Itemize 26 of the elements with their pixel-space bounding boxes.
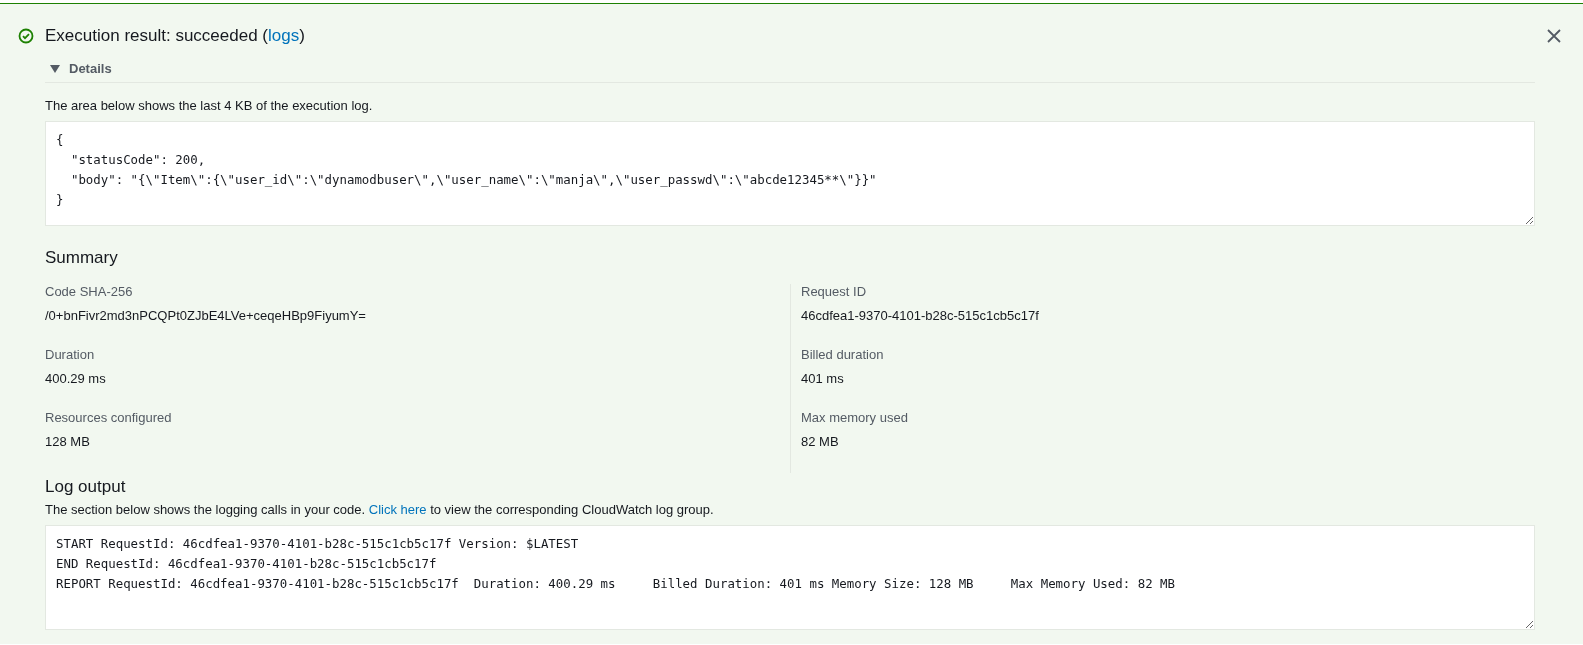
output-field[interactable]: { "statusCode": 200, "body": "{\"Item\":{\"user_id\":\"dynamodbuser\",\"user_name\":\"manja\",\"user_passwd\":\"abcde12345**\"}}" } (45, 121, 1535, 226)
field-label: Request ID (801, 284, 868, 299)
click-here-link[interactable]: Click here (368, 502, 427, 517)
details-toggle[interactable]: Details (45, 55, 1535, 83)
log-output-heading: Log output (45, 477, 127, 497)
result-title: Execution result: succeeded ( (45, 26, 268, 45)
field-label: Code SHA-256 (45, 284, 134, 299)
close-button[interactable] (1545, 27, 1563, 45)
field-value: 82 MB (801, 434, 840, 449)
result-title-end: ) (299, 26, 305, 45)
field-value: /0+bnFivr2md3nPCQPt0ZJbE4LVe+ceqeHBp9FiyumY= (45, 308, 367, 323)
log-field[interactable]: START RequestId: 46cdfea1-9370-4101-b28c-515c1cb5c17f Version: $LATEST END RequestId: 46cdfea1-9370-4101-b28c-515c1cb5c17f REPORT RequestId: 46cdfea1-9370-4101-b28c-515c1cb5c17f Duration: 400.29 ms Billed Duration: 401 ms Memory Size: 128 MB Max Memory Used: 82 MB (45, 525, 1535, 630)
logs-link[interactable]: logs (268, 26, 300, 45)
log-note: The area below shows the last 4 KB of the execution log. (45, 98, 374, 113)
summary-heading: Summary (45, 248, 119, 268)
field-label: Billed duration (801, 347, 885, 362)
field-value: 401 ms (801, 371, 845, 386)
caret-icon (50, 63, 60, 74)
log-output-note: The section below shows the logging calls in your code. Click here to view the corresponding CloudWatch log group. (45, 502, 715, 517)
field-value: 128 MB (45, 434, 91, 449)
field-value: 46cdfea1-9370-4101-b28c-515c1cb5c17f (801, 308, 1040, 323)
close-icon (1547, 29, 1561, 43)
field-value: 400.29 ms (45, 371, 107, 386)
field-label: Duration (45, 347, 96, 362)
field-label: Max memory used (801, 410, 909, 425)
field-label: Resources configured (45, 410, 173, 425)
